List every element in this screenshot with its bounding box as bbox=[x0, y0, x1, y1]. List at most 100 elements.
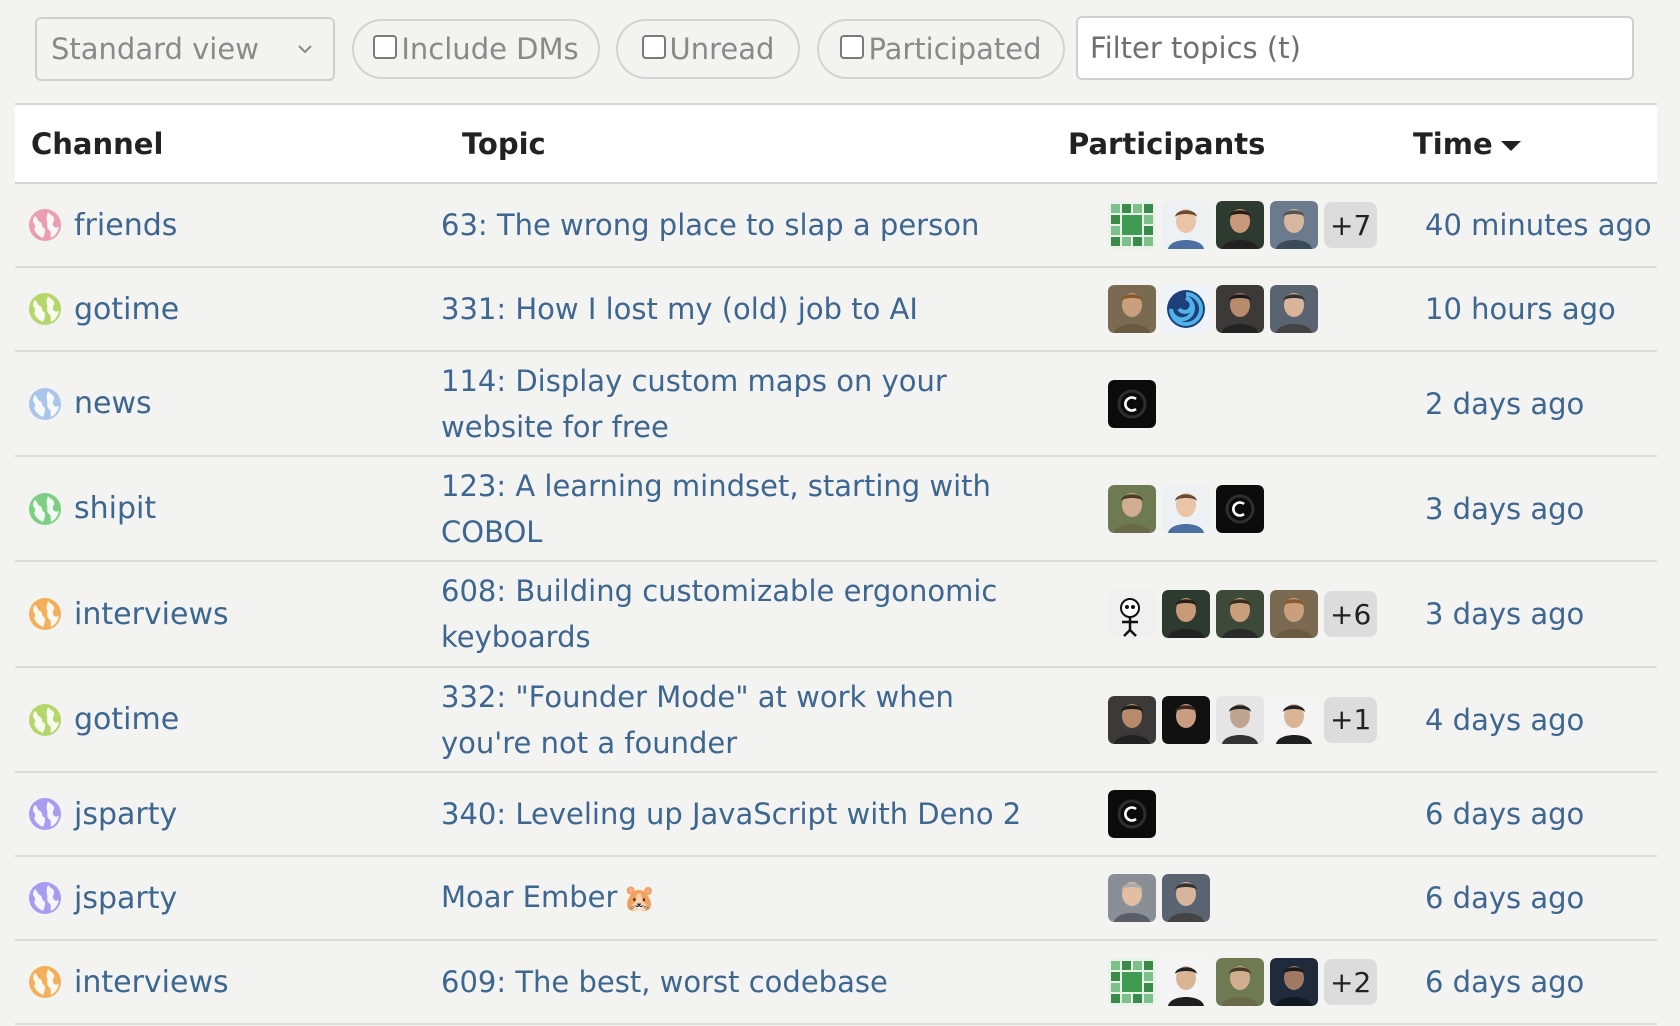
participant-avatar[interactable] bbox=[1270, 285, 1318, 333]
participant-avatar[interactable] bbox=[1162, 874, 1210, 922]
view-select-value: Standard view bbox=[51, 32, 259, 66]
unread-toggle[interactable]: Unread bbox=[616, 19, 800, 79]
participant-avatar[interactable] bbox=[1162, 285, 1210, 333]
last-updated-time[interactable]: 3 days ago bbox=[1425, 562, 1584, 666]
participant-avatar[interactable] bbox=[1108, 590, 1156, 638]
last-updated-time[interactable]: 40 minutes ago bbox=[1425, 184, 1652, 266]
channel-cell: interviews bbox=[28, 941, 229, 1023]
participant-avatar[interactable] bbox=[1108, 379, 1156, 428]
globe-icon bbox=[29, 598, 61, 630]
globe-icon bbox=[29, 387, 61, 420]
topic-text: 609: The best, worst codebase bbox=[441, 965, 888, 999]
header-topic[interactable]: Topic bbox=[462, 127, 546, 161]
topic-link[interactable]: 332: "Founder Mode" at work when you're … bbox=[441, 674, 1041, 766]
header-time-label: Time bbox=[1413, 127, 1493, 161]
participant-avatar[interactable] bbox=[1162, 590, 1210, 638]
sort-desc-icon bbox=[1500, 141, 1521, 151]
channel-cell: news bbox=[28, 352, 152, 455]
unread-checkbox[interactable] bbox=[641, 35, 666, 59]
channel-cell: jsparty bbox=[28, 857, 177, 939]
participant-avatar[interactable] bbox=[1216, 201, 1264, 249]
participant-avatar[interactable] bbox=[1216, 285, 1264, 333]
participant-avatar[interactable] bbox=[1108, 484, 1156, 533]
chevron-down-icon bbox=[298, 45, 312, 54]
last-updated-time[interactable]: 10 hours ago bbox=[1425, 268, 1616, 350]
participant-avatar[interactable] bbox=[1108, 695, 1156, 744]
channel-link[interactable]: friends bbox=[74, 208, 177, 243]
participant-avatar[interactable] bbox=[1108, 285, 1156, 333]
topic-link[interactable]: 63: The wrong place to slap a person bbox=[441, 202, 979, 248]
table-row: gotime 332: "Founder Mode" at work when … bbox=[15, 668, 1657, 773]
channel-cell: shipit bbox=[28, 457, 156, 560]
channel-link[interactable]: shipit bbox=[74, 491, 156, 526]
topic-text: 332: "Founder Mode" at work when you're … bbox=[441, 679, 954, 760]
last-updated-time[interactable]: 4 days ago bbox=[1425, 668, 1584, 771]
channel-link[interactable]: jsparty bbox=[74, 881, 177, 916]
header-time-sort[interactable]: Time bbox=[1413, 127, 1521, 161]
channel-cell: gotime bbox=[28, 668, 179, 771]
participant-avatar[interactable] bbox=[1162, 201, 1210, 249]
participants-cell bbox=[1108, 773, 1156, 855]
channel-link[interactable]: gotime bbox=[74, 292, 179, 327]
more-participants-badge[interactable]: +1 bbox=[1324, 696, 1378, 743]
participants-cell: +1 bbox=[1108, 668, 1378, 771]
more-participants-badge[interactable]: +6 bbox=[1324, 591, 1378, 637]
participants-cell: +2 bbox=[1108, 941, 1378, 1023]
channel-cell: interviews bbox=[28, 562, 229, 666]
channel-link[interactable]: gotime bbox=[74, 702, 179, 737]
topic-link[interactable]: 123: A learning mindset, starting with C… bbox=[441, 463, 1041, 555]
last-updated-time[interactable]: 2 days ago bbox=[1425, 352, 1584, 455]
last-updated-time[interactable]: 6 days ago bbox=[1425, 857, 1584, 939]
more-participants-badge[interactable]: +7 bbox=[1324, 202, 1378, 248]
topic-link[interactable]: Moar Ember 🐹 bbox=[441, 874, 656, 922]
participant-avatar[interactable] bbox=[1216, 958, 1264, 1006]
participant-avatar[interactable] bbox=[1162, 695, 1210, 744]
topic-link[interactable]: 609: The best, worst codebase bbox=[441, 959, 888, 1005]
participant-avatar[interactable] bbox=[1108, 201, 1156, 249]
participants-cell: +7 bbox=[1108, 184, 1378, 266]
topic-text: 114: Display custom maps on your website… bbox=[441, 363, 947, 444]
channel-link[interactable]: interviews bbox=[74, 965, 229, 1000]
topic-cell: 114: Display custom maps on your website… bbox=[441, 352, 1041, 455]
topic-link[interactable]: 608: Building customizable ergonomic key… bbox=[441, 568, 1041, 660]
include-dms-toggle[interactable]: Include DMs bbox=[352, 19, 600, 79]
topic-link[interactable]: 340: Leveling up JavaScript with Deno 2 bbox=[441, 791, 1021, 837]
topic-link[interactable]: 331: How I lost my (old) job to AI bbox=[441, 286, 918, 332]
include-dms-checkbox[interactable] bbox=[373, 35, 398, 59]
channel-link[interactable]: news bbox=[74, 386, 152, 421]
participant-avatar[interactable] bbox=[1270, 201, 1318, 249]
channel-cell: gotime bbox=[28, 268, 179, 350]
header-channel[interactable]: Channel bbox=[31, 127, 163, 161]
last-updated-time[interactable]: 6 days ago bbox=[1425, 941, 1584, 1023]
participant-avatar[interactable] bbox=[1216, 484, 1264, 533]
participant-avatar[interactable] bbox=[1270, 590, 1318, 638]
participant-avatar[interactable] bbox=[1108, 790, 1156, 838]
channel-link[interactable]: interviews bbox=[74, 597, 229, 632]
hamster-emoji: 🐹 bbox=[623, 884, 656, 914]
participated-checkbox[interactable] bbox=[840, 35, 865, 59]
table-row: jsparty 340: Leveling up JavaScript with… bbox=[15, 773, 1657, 857]
filter-bar: Standard view Include DMs Unread Partici… bbox=[0, 0, 1680, 100]
topic-cell: 123: A learning mindset, starting with C… bbox=[441, 457, 1041, 560]
participant-avatar[interactable] bbox=[1162, 484, 1210, 533]
participant-avatar[interactable] bbox=[1108, 874, 1156, 922]
channel-cell: jsparty bbox=[28, 773, 177, 855]
channel-link[interactable]: jsparty bbox=[74, 797, 177, 832]
last-updated-time[interactable]: 3 days ago bbox=[1425, 457, 1584, 560]
topic-cell: 608: Building customizable ergonomic key… bbox=[441, 562, 1041, 666]
filter-topics-input[interactable] bbox=[1076, 16, 1634, 80]
participant-avatar[interactable] bbox=[1270, 695, 1318, 744]
participant-avatar[interactable] bbox=[1108, 958, 1156, 1006]
topic-link[interactable]: 114: Display custom maps on your website… bbox=[441, 358, 1041, 450]
topic-text: 608: Building customizable ergonomic key… bbox=[441, 574, 998, 654]
participant-avatar[interactable] bbox=[1270, 958, 1318, 1006]
topic-cell: 63: The wrong place to slap a person bbox=[441, 184, 1041, 266]
last-updated-time[interactable]: 6 days ago bbox=[1425, 773, 1584, 855]
participant-avatar[interactable] bbox=[1216, 590, 1264, 638]
participated-toggle[interactable]: Participated bbox=[817, 19, 1065, 79]
more-participants-badge[interactable]: +2 bbox=[1324, 959, 1378, 1005]
participant-avatar[interactable] bbox=[1162, 958, 1210, 1006]
participant-avatar[interactable] bbox=[1216, 695, 1264, 744]
participants-cell: +6 bbox=[1108, 562, 1378, 666]
view-select[interactable]: Standard view bbox=[35, 17, 335, 81]
